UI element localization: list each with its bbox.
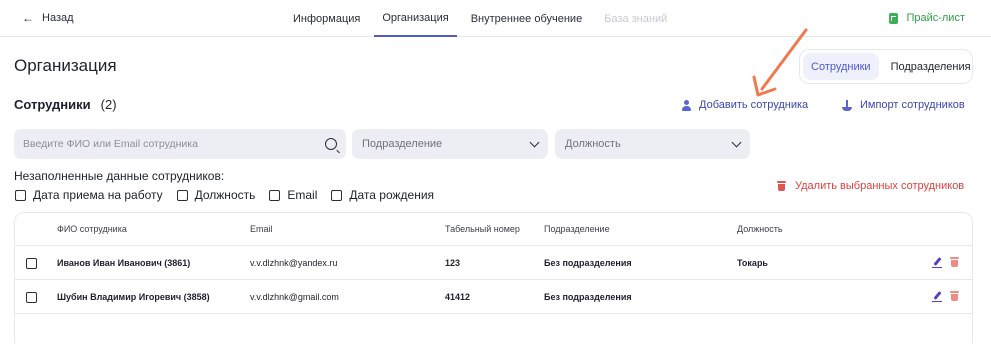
edit-icon[interactable]	[932, 257, 942, 268]
employee-position: Токарь	[737, 258, 768, 268]
employee-department: Без подразделения	[544, 292, 632, 302]
incomplete-data-filters: Дата приема на работу Должность Email Да…	[15, 188, 434, 202]
edit-icon[interactable]	[932, 291, 942, 302]
spreadsheet-icon	[889, 12, 899, 24]
filter-email[interactable]: Email	[269, 188, 317, 202]
annotation-arrow	[752, 28, 808, 97]
column-header-email[interactable]: Email	[250, 224, 273, 234]
employee-number: 41412	[445, 292, 471, 302]
trash-icon[interactable]	[950, 291, 959, 301]
employee-name[interactable]: Иванов Иван Иванович (3861)	[57, 258, 190, 268]
departments-view-button[interactable]: Подразделения	[883, 53, 979, 80]
delete-selected-button[interactable]: Удалить выбранных сотрудников	[777, 180, 964, 192]
tab-internal-training[interactable]: Внутреннее обучение	[463, 0, 591, 37]
checkbox[interactable]	[176, 189, 188, 201]
department-select[interactable]: Подразделение	[352, 129, 548, 159]
employees-count: (2)	[100, 97, 117, 112]
checkbox[interactable]	[331, 189, 343, 201]
employee-department: Без подразделения	[544, 258, 632, 268]
trash-icon[interactable]	[950, 257, 959, 267]
price-list-label: Прайс-лист	[906, 12, 965, 24]
view-switcher: Сотрудники Подразделения	[799, 49, 973, 84]
employee-email: v.v.dlzhnk@yandex.ru	[250, 258, 338, 268]
page-title: Организация	[14, 56, 117, 75]
row-checkbox[interactable]	[26, 258, 37, 269]
table-row[interactable]: Шубин Владимир Игоревич (3858) v.v.dlzhn…	[15, 280, 972, 314]
user-add-icon	[682, 99, 691, 111]
filter-position-label: Должность	[194, 188, 256, 202]
section-tabs: Информация Организация Внутреннее обучен…	[285, 0, 681, 37]
incomplete-data-label: Незаполненные данные сотрудников:	[14, 169, 225, 183]
trash-icon	[777, 181, 786, 191]
filter-position[interactable]: Должность	[176, 188, 256, 202]
import-employees-label: Импорт сотрудников	[860, 99, 965, 111]
employee-number: 123	[445, 258, 461, 268]
department-select-label: Подразделение	[362, 138, 443, 150]
employees-heading: Сотрудники (2)	[14, 97, 117, 112]
tab-information[interactable]: Информация	[285, 0, 368, 37]
add-employee-label: Добавить сотрудника	[699, 99, 809, 111]
position-select[interactable]: Должность	[555, 129, 750, 159]
checkbox[interactable]	[15, 189, 26, 201]
employee-search-input[interactable]	[23, 138, 325, 150]
chevron-down-icon	[529, 137, 540, 147]
employee-name[interactable]: Шубин Владимир Игоревич (3858)	[57, 292, 210, 302]
row-actions	[932, 291, 959, 302]
back-label: Назад	[42, 12, 74, 24]
import-employees-button[interactable]: Импорт сотрудников	[842, 99, 965, 111]
employees-table: ФИО сотрудника Email Табельный номер Под…	[14, 212, 973, 344]
column-header-department[interactable]: Подразделение	[544, 224, 610, 234]
filter-birth-date[interactable]: Дата рождения	[331, 188, 434, 202]
price-list-link[interactable]: Прайс-лист	[889, 12, 965, 24]
row-checkbox[interactable]	[26, 292, 37, 303]
add-employee-button[interactable]: Добавить сотрудника	[682, 99, 808, 111]
filter-email-label: Email	[287, 188, 318, 202]
column-header-name[interactable]: ФИО сотрудника	[57, 224, 127, 234]
filter-hire-date[interactable]: Дата приема на работу	[15, 188, 163, 202]
employees-title: Сотрудники	[14, 97, 91, 112]
top-navigation: ← Назад Информация Организация Внутренне…	[0, 0, 991, 37]
search-icon[interactable]	[325, 138, 337, 150]
filter-hire-date-label: Дата приема на работу	[33, 188, 163, 202]
table-header: ФИО сотрудника Email Табельный номер Под…	[15, 213, 972, 246]
tab-organization[interactable]: Организация	[374, 0, 457, 37]
checkbox[interactable]	[269, 189, 281, 201]
table-row[interactable]: Иванов Иван Иванович (3861) v.v.dlzhnk@y…	[15, 246, 972, 280]
delete-selected-label: Удалить выбранных сотрудников	[795, 180, 965, 192]
employee-email: v.v.dlzhnk@gmail.com	[250, 292, 339, 302]
position-select-label: Должность	[565, 138, 621, 150]
import-icon	[842, 99, 852, 111]
filter-birth-date-label: Дата рождения	[349, 188, 435, 202]
tab-knowledge-base: База знаний	[604, 12, 668, 25]
column-header-position[interactable]: Должность	[737, 224, 783, 234]
arrow-left-icon: ←	[22, 11, 34, 25]
column-header-number[interactable]: Табельный номер	[445, 224, 520, 234]
back-button[interactable]: ← Назад	[22, 12, 74, 24]
employee-search	[14, 129, 346, 159]
chevron-down-icon	[731, 137, 742, 147]
row-actions	[932, 257, 959, 268]
